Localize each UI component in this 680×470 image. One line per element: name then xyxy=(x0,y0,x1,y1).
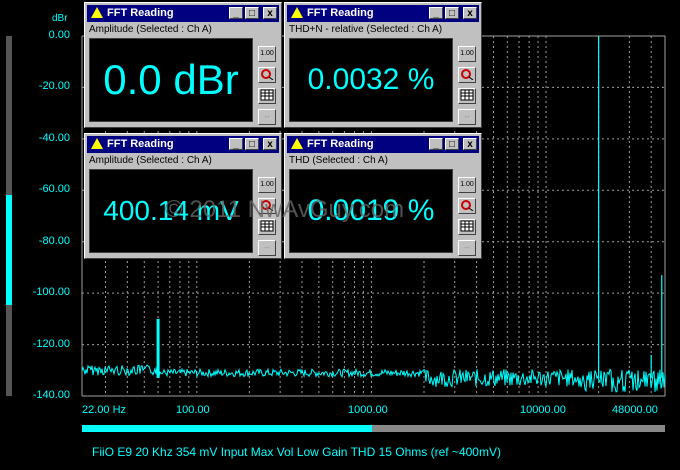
scale-button[interactable]: 1.00 xyxy=(258,177,276,193)
close-button[interactable]: x xyxy=(263,138,277,150)
y-tick-label: -120.00 xyxy=(32,337,70,350)
table-icon[interactable] xyxy=(458,219,476,235)
reading-value: 0.0 dBr xyxy=(103,56,239,103)
window-titlebar[interactable]: FFT Reading _ □ x xyxy=(87,136,279,153)
fft-reading-window-amplitude-dbr[interactable]: FFT Reading _ □ x Amplitude (Selected : Ch A… xyxy=(84,2,282,128)
y-tick-label: -40.00 xyxy=(38,131,70,144)
probe-icon[interactable] xyxy=(458,67,476,83)
window-title: FFT Reading xyxy=(307,138,374,150)
y-tick-label: -60.00 xyxy=(38,183,70,196)
scale-button[interactable]: 1.00 xyxy=(458,46,476,62)
app-icon xyxy=(91,138,103,149)
fft-reading-window-thdn[interactable]: FFT Reading _ □ x THD+N - relative (Selected… xyxy=(284,2,482,128)
fft-analyzer-screen: dBr 0.00 -20.00 -40.00 -60.00 -80.00 -100.00-… xyxy=(0,0,680,470)
reading-display: 0.0 dBr xyxy=(89,38,253,122)
plot-caption: FiiO E9 20 Khz 354 mV Input Max Vol Low … xyxy=(92,445,501,459)
window-title: FFT Reading xyxy=(107,7,174,19)
move-button[interactable]: ↔ xyxy=(258,109,276,125)
x-tick-label: 10000.00 xyxy=(520,404,566,416)
window-titlebar[interactable]: FFT Reading _ □ x xyxy=(87,5,279,22)
minimize-button[interactable]: _ xyxy=(229,7,243,19)
scale-button[interactable]: 1.00 xyxy=(258,46,276,62)
minimize-button[interactable]: _ xyxy=(429,7,443,19)
scale-button[interactable]: 1.00 xyxy=(458,177,476,193)
app-icon xyxy=(291,7,303,18)
minimize-button[interactable]: _ xyxy=(429,138,443,150)
move-button[interactable]: ↔ xyxy=(458,240,476,256)
maximize-button[interactable]: □ xyxy=(245,138,259,150)
move-button[interactable]: ↔ xyxy=(258,240,276,256)
app-icon xyxy=(291,138,303,149)
close-button[interactable]: x xyxy=(463,138,477,150)
y-tick-label: -20.00 xyxy=(38,80,70,93)
x-scroll-thumb[interactable] xyxy=(82,425,372,432)
y-tick-label: -100.00 xyxy=(32,286,70,299)
window-titlebar[interactable]: FFT Reading _ □ x xyxy=(287,5,479,22)
y-tick-label: 0.00 xyxy=(48,29,70,41)
close-button[interactable]: x xyxy=(263,7,277,19)
x-tick-label: 1000.00 xyxy=(348,404,388,416)
x-tick-label: 22.00 Hz xyxy=(82,404,127,416)
table-icon[interactable] xyxy=(258,88,276,104)
y-tick-label: -80.00 xyxy=(38,234,70,247)
probe-icon[interactable] xyxy=(258,67,276,83)
window-title: FFT Reading xyxy=(107,138,174,150)
reading-subtitle: Amplitude (Selected : Ch A) xyxy=(89,24,212,35)
maximize-button[interactable]: □ xyxy=(445,7,459,19)
app-icon xyxy=(91,7,103,18)
minimize-button[interactable]: _ xyxy=(229,138,243,150)
move-button[interactable]: ↔ xyxy=(458,109,476,125)
reading-subtitle: Amplitude (Selected : Ch A) xyxy=(89,155,212,166)
x-tick-label: 100.00 xyxy=(176,404,210,416)
reading-subtitle: THD (Selected : Ch A) xyxy=(289,155,388,166)
window-titlebar[interactable]: FFT Reading _ □ x xyxy=(287,136,479,153)
window-title: FFT Reading xyxy=(307,7,374,19)
close-button[interactable]: x xyxy=(463,7,477,19)
reading-value: 0.0032 % xyxy=(307,63,435,96)
probe-icon[interactable] xyxy=(458,198,476,214)
maximize-button[interactable]: □ xyxy=(445,138,459,150)
x-tick-label: 48000.00 xyxy=(612,404,658,416)
maximize-button[interactable]: □ xyxy=(245,7,259,19)
reading-subtitle: THD+N - relative (Selected : Ch A) xyxy=(289,24,443,35)
y-tick-label: -140.00 xyxy=(32,389,70,401)
table-icon[interactable] xyxy=(458,88,476,104)
reading-display: 0.0032 % xyxy=(289,38,453,122)
watermark: © 2011 NwAvGuy.com xyxy=(165,196,405,223)
